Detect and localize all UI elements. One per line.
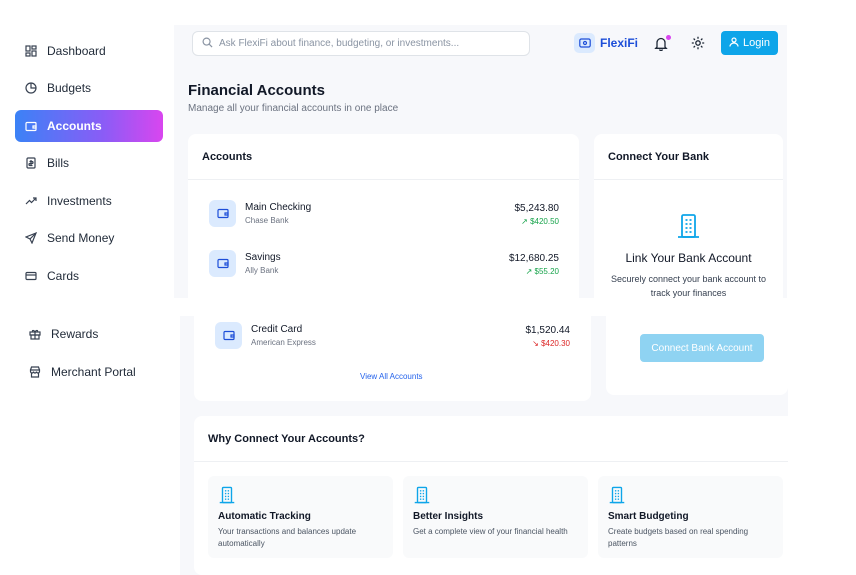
gear-icon[interactable] xyxy=(691,36,706,51)
account-name: Main Checking xyxy=(245,202,312,213)
sidebar-item-label: Bills xyxy=(47,156,70,170)
account-institution: Chase Bank xyxy=(245,216,289,225)
feature-description: Get a complete view of your financial he… xyxy=(413,527,568,536)
sidebar-item-label: Cards xyxy=(47,269,80,283)
account-institution: American Express xyxy=(251,338,316,347)
wallet-icon xyxy=(209,250,236,277)
sidebar-item-rewards[interactable]: Rewards xyxy=(19,318,167,350)
sidebar-item-cards[interactable]: Cards xyxy=(15,260,163,292)
sidebar: Dashboard Budgets Accounts Bills Investm… xyxy=(0,0,174,575)
account-row-savings[interactable]: Savings Ally Bank xyxy=(209,250,281,277)
link-bank-description: Securely connect your bank account to tr… xyxy=(610,274,767,298)
account-change: ↗ $420.50 xyxy=(521,217,559,226)
account-change: ↗ $55.20 xyxy=(525,267,559,276)
account-name: Credit Card xyxy=(251,324,303,335)
notification-badge xyxy=(666,35,671,40)
account-amount: $1,520.44 ↘ $420.30 xyxy=(490,325,571,348)
account-balance: $1,520.44 xyxy=(525,325,571,336)
divider xyxy=(594,179,783,180)
account-change: ↘ $420.30 xyxy=(532,339,570,348)
login-button[interactable]: Login xyxy=(721,31,778,55)
trending-up-icon xyxy=(24,194,38,208)
receipt-icon xyxy=(24,156,38,170)
brand-name: FlexiFi xyxy=(600,36,639,50)
account-row-credit-card[interactable]: Credit Card American Express xyxy=(215,322,316,349)
bank-building-icon xyxy=(608,486,626,509)
feature-automatic-tracking: Automatic Tracking Your transactions and… xyxy=(208,476,393,558)
account-balance: $5,243.80 xyxy=(514,203,560,214)
arrow-down-right-icon: ↘ xyxy=(532,339,539,348)
feature-description: Your transactions and balances update au… xyxy=(218,527,357,548)
sidebar-item-label: Investments xyxy=(47,194,112,208)
feature-title: Automatic Tracking xyxy=(218,511,311,522)
sidebar-item-send-money[interactable]: Send Money xyxy=(15,222,163,254)
user-icon xyxy=(729,36,739,50)
account-amount: $12,680.25 ↗ $55.20 xyxy=(479,253,559,276)
account-amount: $5,243.80 ↗ $420.50 xyxy=(479,203,560,226)
pie-chart-icon xyxy=(24,81,38,95)
page-subtitle: Manage all your financial accounts in on… xyxy=(188,103,399,114)
brand-logo-icon xyxy=(574,33,595,53)
bank-building-icon xyxy=(218,486,236,509)
wallet-icon xyxy=(24,119,38,133)
sidebar-item-budgets[interactable]: Budgets xyxy=(15,72,163,104)
sidebar-item-bills[interactable]: Bills xyxy=(15,147,163,179)
feature-better-insights: Better Insights Get a complete view of y… xyxy=(403,476,588,558)
bank-building-icon xyxy=(676,213,701,244)
search-input[interactable]: Ask FlexiFi about finance, budgeting, or… xyxy=(192,31,530,56)
sidebar-item-label: Send Money xyxy=(47,231,115,245)
feature-title: Smart Budgeting xyxy=(608,511,689,522)
notification-bell-icon[interactable] xyxy=(654,35,671,52)
sidebar-item-label: Accounts xyxy=(47,119,102,133)
accounts-card-title: Accounts xyxy=(202,151,253,163)
sidebar-item-label: Dashboard xyxy=(47,44,106,58)
sidebar-item-merchant-portal[interactable]: Merchant Portal xyxy=(19,356,167,388)
sidebar-item-label: Merchant Portal xyxy=(51,365,136,379)
account-name: Savings xyxy=(245,252,281,263)
login-label: Login xyxy=(743,37,770,49)
page-title: Financial Accounts xyxy=(188,82,325,99)
arrow-up-right-icon: ↗ xyxy=(521,217,528,226)
connect-bank-button[interactable]: Connect Bank Account xyxy=(640,334,764,362)
sidebar-item-dashboard[interactable]: Dashboard xyxy=(15,35,163,67)
feature-description: Create budgets based on real spending pa… xyxy=(608,527,749,548)
credit-card-icon xyxy=(24,269,38,283)
connect-card-title: Connect Your Bank xyxy=(608,151,710,163)
search-icon xyxy=(202,35,213,53)
sidebar-item-accounts[interactable]: Accounts xyxy=(15,110,163,142)
wallet-icon xyxy=(215,322,242,349)
app-root: Dashboard Budgets Accounts Bills Investm… xyxy=(0,0,856,575)
search-placeholder: Ask FlexiFi about finance, budgeting, or… xyxy=(219,38,460,49)
sidebar-item-investments[interactable]: Investments xyxy=(15,185,163,217)
feature-smart-budgeting: Smart Budgeting Create budgets based on … xyxy=(598,476,783,558)
sidebar-item-label: Rewards xyxy=(51,327,99,341)
sidebar-item-label: Budgets xyxy=(47,81,92,95)
send-icon xyxy=(24,231,38,245)
account-balance: $12,680.25 xyxy=(508,253,559,264)
why-connect-title: Why Connect Your Accounts? xyxy=(208,433,365,445)
divider xyxy=(188,179,579,180)
divider xyxy=(194,461,788,462)
bank-building-icon xyxy=(413,486,431,509)
arrow-up-right-icon: ↗ xyxy=(525,267,533,276)
feature-title: Better Insights xyxy=(413,511,484,522)
link-bank-title: Link Your Bank Account xyxy=(625,251,752,265)
brand[interactable]: FlexiFi xyxy=(574,33,638,53)
account-row-main-checking[interactable]: Main Checking Chase Bank xyxy=(209,200,311,227)
store-icon xyxy=(28,365,42,379)
gift-icon xyxy=(28,327,42,341)
view-all-accounts-link[interactable]: View All Accounts xyxy=(360,372,423,381)
wallet-icon xyxy=(209,200,236,227)
grid-icon xyxy=(24,44,38,58)
account-institution: Ally Bank xyxy=(245,266,279,275)
